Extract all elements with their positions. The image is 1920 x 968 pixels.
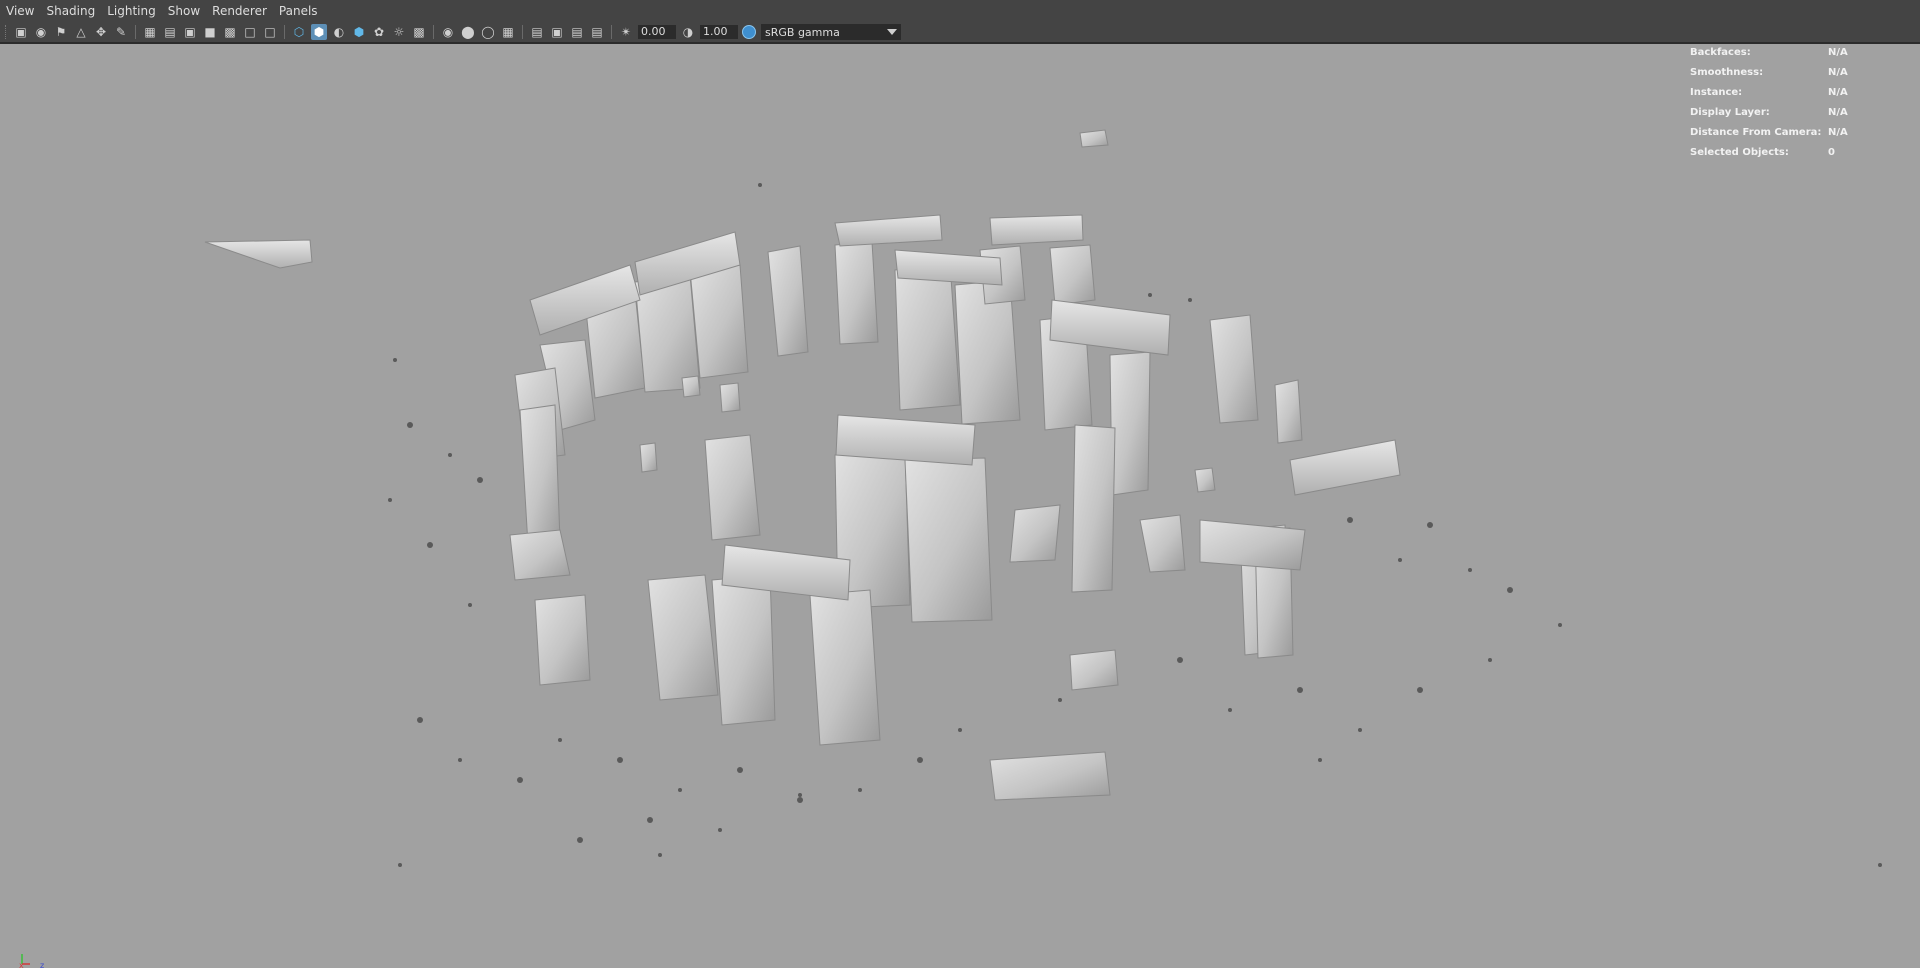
stonehenge-model[interactable] — [204, 129, 1401, 801]
bookmark-icon[interactable]: ⚑ — [53, 24, 69, 40]
safe-title-icon[interactable]: □ — [262, 24, 278, 40]
textured-icon[interactable]: ⬢ — [351, 24, 367, 40]
view-transform-dropdown[interactable]: sRGB gamma — [761, 24, 901, 40]
toolbar-divider — [611, 25, 612, 39]
3d-viewport[interactable] — [0, 44, 1920, 968]
menu-lighting[interactable]: Lighting — [101, 0, 162, 22]
image-plane-icon[interactable]: △ — [73, 24, 89, 40]
chevron-down-icon — [887, 29, 897, 35]
two-d-pan-zoom-icon[interactable]: ✥ — [93, 24, 109, 40]
panel-menubar: View Shading Lighting Show Renderer Pane… — [0, 0, 1920, 22]
wireframe-on-shaded-icon[interactable]: ◐ — [331, 24, 347, 40]
shadows-icon[interactable]: ☼ — [391, 24, 407, 40]
backface-culling-icon[interactable]: ▤ — [589, 24, 605, 40]
motion-blur-icon[interactable]: ◉ — [440, 24, 456, 40]
film-gate-icon[interactable]: ▤ — [162, 24, 178, 40]
view-transform-value: sRGB gamma — [765, 25, 840, 39]
gate-mask-icon[interactable]: ■ — [202, 24, 218, 40]
toolbar-grip[interactable] — [5, 25, 8, 39]
menu-renderer[interactable]: Renderer — [206, 0, 273, 22]
toolbar-divider — [284, 25, 285, 39]
select-camera-icon[interactable]: ▣ — [13, 24, 29, 40]
xray-icon[interactable]: ▤ — [529, 24, 545, 40]
axis-z-label: z — [40, 961, 44, 968]
screen-space-ao-icon[interactable]: ▩ — [411, 24, 427, 40]
exposure-icon[interactable]: ✴ — [618, 24, 634, 40]
gamma-field[interactable]: 1.00 — [700, 25, 738, 39]
menu-shading[interactable]: Shading — [40, 0, 101, 22]
gamma-icon[interactable]: ◑ — [680, 24, 696, 40]
view-axis-indicator: x z — [19, 954, 44, 968]
grid-icon[interactable]: ▦ — [142, 24, 158, 40]
depth-of-field-icon[interactable]: ◯ — [480, 24, 496, 40]
axis-x-label: x — [19, 961, 24, 968]
toolbar-divider — [135, 25, 136, 39]
menu-panels[interactable]: Panels — [273, 0, 324, 22]
xray-active-components-icon[interactable]: ▣ — [549, 24, 565, 40]
wireframe-icon[interactable]: ⬡ — [291, 24, 307, 40]
toolbar-divider — [433, 25, 434, 39]
exposure-field[interactable]: 0.00 — [638, 25, 676, 39]
smooth-shade-icon[interactable]: ⬢ — [311, 24, 327, 40]
field-chart-icon[interactable]: ▩ — [222, 24, 238, 40]
safe-action-icon[interactable]: □ — [242, 24, 258, 40]
grease-pencil-icon[interactable]: ✎ — [113, 24, 129, 40]
panel-toolbar: ▣ ◉ ⚑ △ ✥ ✎ ▦ ▤ ▣ ■ ▩ □ □ ⬡ ⬢ ◐ ⬢ ✿ ☼ ▩ … — [0, 22, 1920, 44]
menu-show[interactable]: Show — [162, 0, 206, 22]
multisample-aa-icon[interactable]: ⬤ — [460, 24, 476, 40]
camera-attributes-icon[interactable]: ◉ — [33, 24, 49, 40]
use-all-lights-icon[interactable]: ✿ — [371, 24, 387, 40]
xray-joints-icon[interactable]: ▤ — [569, 24, 585, 40]
menu-view[interactable]: View — [0, 0, 40, 22]
isolate-select-icon[interactable]: ▦ — [500, 24, 516, 40]
resolution-gate-icon[interactable]: ▣ — [182, 24, 198, 40]
toolbar-divider — [522, 25, 523, 39]
color-management-icon[interactable] — [742, 25, 756, 39]
